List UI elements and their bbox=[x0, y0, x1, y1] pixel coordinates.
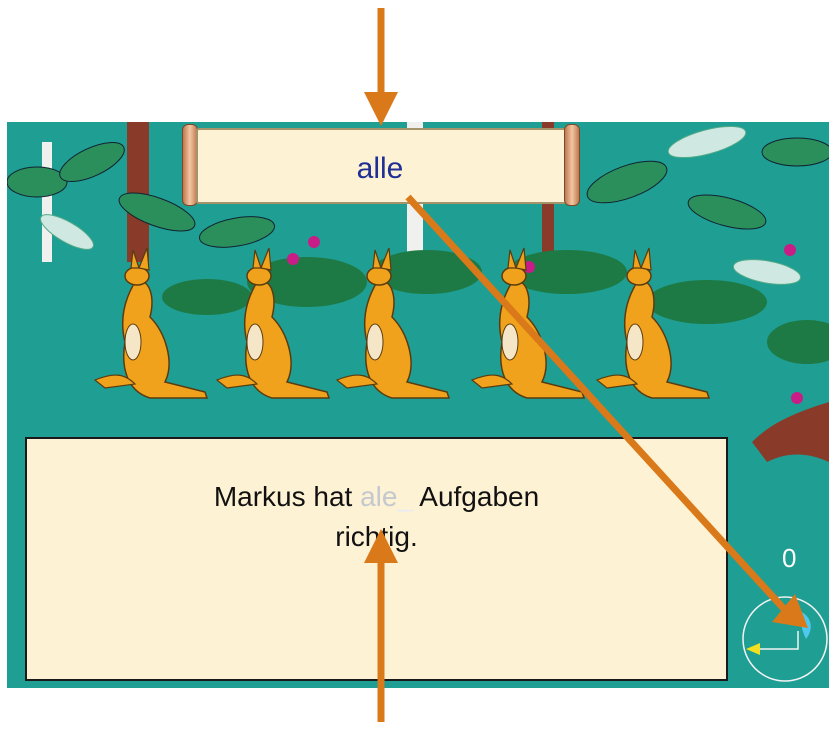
annotation-arrows bbox=[364, 8, 808, 722]
